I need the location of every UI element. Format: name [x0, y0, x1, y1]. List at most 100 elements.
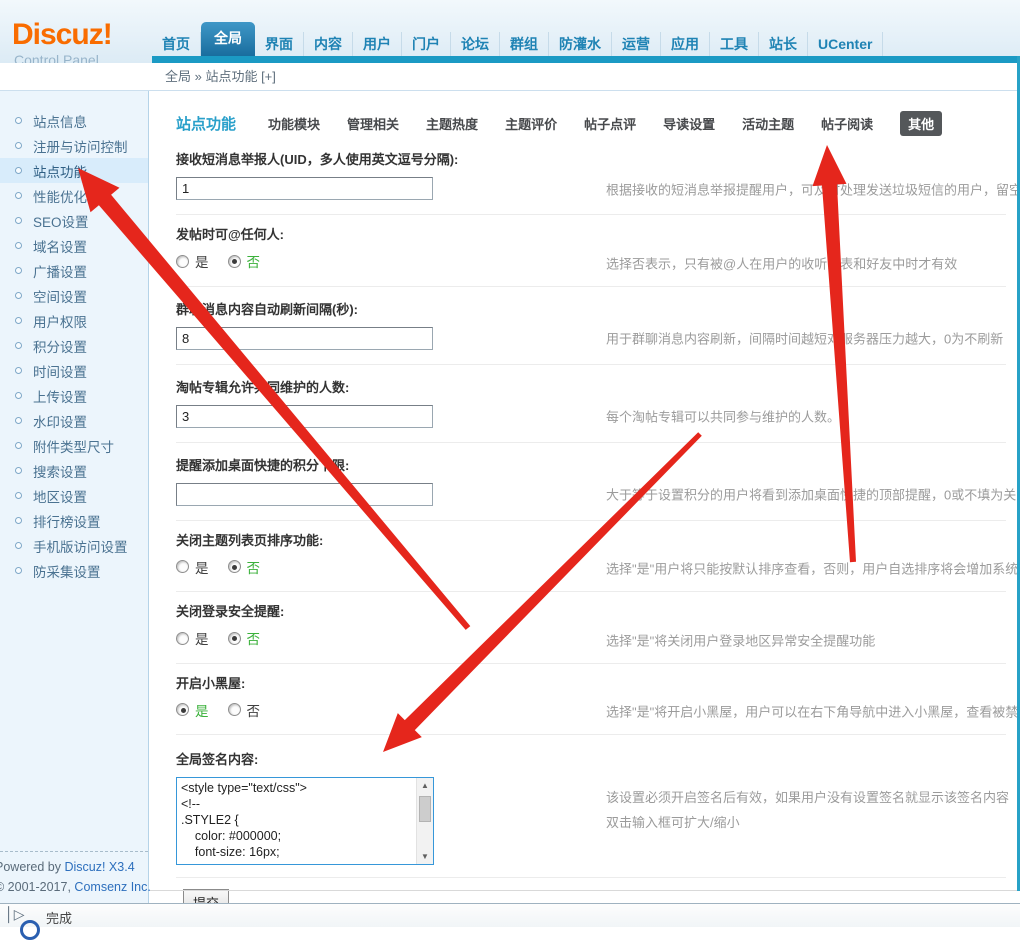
form-row-4: 提醒添加桌面快捷的积分下限:大于等于设置积分的用户将看到添加桌面快捷的顶部提醒，…: [176, 443, 1006, 521]
tab-6[interactable]: 活动主题: [742, 114, 794, 133]
sidebar-item-3[interactable]: 性能优化: [0, 183, 148, 208]
field-tip: 大于等于设置积分的用户将看到添加桌面快捷的顶部提醒，0或不填为关闭此功能: [606, 485, 1020, 504]
sidebar-item-1[interactable]: 注册与访问控制: [0, 133, 148, 158]
sidebar-item-15[interactable]: 地区设置: [0, 483, 148, 508]
scroll-up-icon[interactable]: ▲: [417, 778, 433, 793]
nav-item-1[interactable]: 全局: [201, 22, 255, 56]
tip-line: 双击输入框可扩大/缩小: [606, 810, 1009, 835]
field-input-0[interactable]: [176, 177, 433, 200]
signature-textarea[interactable]: <style type="text/css"> <!-- .STYLE2 { c…: [176, 777, 434, 865]
comsenz-link[interactable]: Comsenz Inc.: [74, 880, 150, 894]
radio-option[interactable]: 否: [228, 628, 280, 648]
field-input-2[interactable]: [176, 327, 433, 350]
tab-4[interactable]: 帖子点评: [584, 114, 636, 133]
nav-item-12[interactable]: 站长: [759, 32, 808, 56]
form-row-6: 关闭登录安全提醒:是否选择"是"将关闭用户登录地区异常安全提醒功能: [176, 592, 1006, 664]
radio-icon[interactable]: [228, 703, 241, 716]
tab-5[interactable]: 导读设置: [663, 114, 715, 133]
radio-option[interactable]: 否: [228, 557, 280, 577]
bullet-icon: [15, 167, 22, 174]
sidebar-item-6[interactable]: 广播设置: [0, 258, 148, 283]
radio-label: 否: [247, 251, 261, 271]
sidebar-item-12[interactable]: 水印设置: [0, 408, 148, 433]
sidebar-item-11[interactable]: 上传设置: [0, 383, 148, 408]
tab-8[interactable]: 其他: [900, 111, 942, 136]
radio-label: 否: [247, 628, 261, 648]
bullet-icon: [15, 217, 22, 224]
sidebar-item-18[interactable]: 防采集设置: [0, 558, 148, 583]
nav-item-6[interactable]: 论坛: [451, 32, 500, 56]
tab-0[interactable]: 功能模块: [268, 114, 320, 133]
sidebar-item-5[interactable]: 域名设置: [0, 233, 148, 258]
sidebar-item-2[interactable]: 站点功能: [0, 158, 148, 183]
nav-item-2[interactable]: 界面: [255, 32, 304, 56]
field-control: 是否选择"是"将关闭用户登录地区异常安全提醒功能: [176, 630, 1006, 650]
scroll-thumb[interactable]: [419, 796, 431, 822]
tip-line: 用于群聊消息内容刷新，间隔时间越短对服务器压力越大，0为不刷新: [606, 329, 1003, 348]
radio-icon[interactable]: [228, 255, 241, 268]
sidebar-item-0[interactable]: 站点信息: [0, 108, 148, 133]
field-input-3[interactable]: [176, 405, 433, 428]
nav-item-13[interactable]: UCenter: [808, 32, 883, 56]
field-control: 根据接收的短消息举报提醒用户，可及时处理发送垃圾短信的用户，留空表示不启用短消息…: [176, 177, 1006, 200]
radio-icon[interactable]: [176, 255, 189, 268]
nav-item-4[interactable]: 用户: [353, 32, 402, 56]
tab-3[interactable]: 主题评价: [505, 114, 557, 133]
nav-item-3[interactable]: 内容: [304, 32, 353, 56]
sidebar-item-label: 时间设置: [33, 361, 87, 381]
sidebar-item-16[interactable]: 排行榜设置: [0, 508, 148, 533]
radio-icon[interactable]: [176, 703, 189, 716]
form-row-7: 开启小黑屋:是否选择"是"将开启小黑屋，用户可以在右下角导航中进入小黑屋，查看被…: [176, 664, 1006, 736]
nav-item-11[interactable]: 工具: [710, 32, 759, 56]
field-tip: 每个淘帖专辑可以共同参与维护的人数。: [606, 407, 840, 426]
nav-item-8[interactable]: 防灌水: [549, 32, 612, 56]
sidebar-item-label: 水印设置: [33, 411, 87, 431]
radio-icon[interactable]: [228, 632, 241, 645]
radio-option[interactable]: 是: [176, 557, 228, 577]
tab-2[interactable]: 主题热度: [426, 114, 478, 133]
sidebar-item-label: 广播设置: [33, 261, 87, 281]
radio-icon[interactable]: [176, 560, 189, 573]
bullet-icon: [15, 342, 22, 349]
nav-item-9[interactable]: 运营: [612, 32, 661, 56]
sidebar-item-label: 注册与访问控制: [33, 136, 128, 156]
textarea-scrollbar[interactable]: ▲▼: [416, 778, 433, 864]
radio-group: 是否: [176, 253, 279, 269]
sidebar-item-label: 空间设置: [33, 286, 87, 306]
sidebar-item-13[interactable]: 附件类型尺寸: [0, 433, 148, 458]
scroll-down-icon[interactable]: ▼: [417, 849, 433, 864]
radio-option[interactable]: 否: [228, 251, 280, 271]
nav-item-10[interactable]: 应用: [661, 32, 710, 56]
bullet-icon: [15, 367, 22, 374]
nav-item-0[interactable]: 首页: [152, 32, 201, 56]
tab-1[interactable]: 管理相关: [347, 114, 399, 133]
tip-line: 每个淘帖专辑可以共同参与维护的人数。: [606, 407, 840, 426]
nav-item-7[interactable]: 群组: [500, 32, 549, 56]
discuz-version-link[interactable]: Discuz! X3.4: [64, 860, 134, 874]
radio-option[interactable]: 否: [228, 700, 280, 720]
form-row-0: 接收短消息举报人(UID，多人使用英文逗号分隔):根据接收的短消息举报提醒用户，…: [176, 137, 1006, 215]
nav-item-5[interactable]: 门户: [402, 32, 451, 56]
radio-option[interactable]: 是: [176, 251, 228, 271]
sidebar-item-10[interactable]: 时间设置: [0, 358, 148, 383]
field-label: 群聊消息内容自动刷新间隔(秒):: [176, 299, 1006, 318]
status-cursor-icon: │▷: [5, 906, 25, 923]
sidebar-item-4[interactable]: SEO设置: [0, 208, 148, 233]
radio-icon[interactable]: [228, 560, 241, 573]
sidebar-item-14[interactable]: 搜索设置: [0, 458, 148, 483]
top-nav: 首页全局界面内容用户门户论坛群组防灌水运营应用工具站长UCenter: [152, 22, 883, 56]
radio-icon[interactable]: [176, 632, 189, 645]
sidebar-item-9[interactable]: 积分设置: [0, 333, 148, 358]
tab-7[interactable]: 帖子阅读: [821, 114, 873, 133]
status-text: 完成: [46, 908, 72, 927]
radio-option[interactable]: 是: [176, 628, 228, 648]
sidebar-list: 站点信息注册与访问控制站点功能性能优化SEO设置域名设置广播设置空间设置用户权限…: [0, 91, 148, 583]
sidebar-item-7[interactable]: 空间设置: [0, 283, 148, 308]
discuz-logo: Discuz!: [12, 18, 112, 52]
sidebar-item-17[interactable]: 手机版访问设置: [0, 533, 148, 558]
radio-option[interactable]: 是: [176, 700, 228, 720]
field-label: 全局签名内容:: [176, 749, 1006, 768]
field-input-4[interactable]: [176, 483, 433, 506]
sidebar-item-8[interactable]: 用户权限: [0, 308, 148, 333]
radio-label: 是: [195, 251, 209, 271]
